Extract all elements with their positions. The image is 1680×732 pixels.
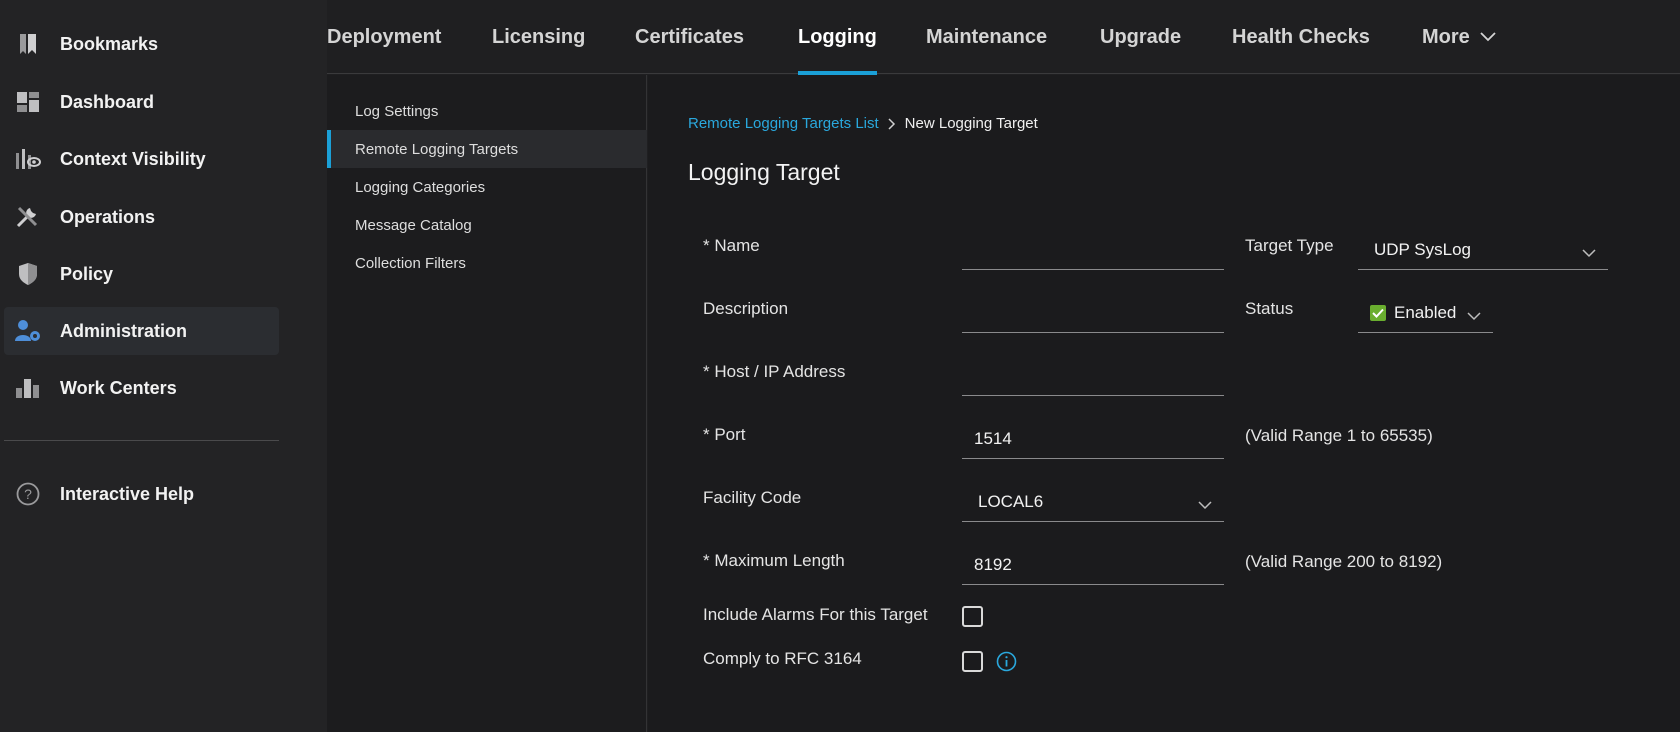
host-label: * Host / IP Address [703, 362, 846, 381]
submenu-label: Message Catalog [355, 216, 472, 234]
checkmark-icon [1370, 304, 1386, 321]
port-range-hint: (Valid Range 1 to 65535) [1245, 426, 1433, 445]
nav-item-interactive-help[interactable]: ? Interactive Help [4, 470, 279, 518]
nav-label: Interactive Help [60, 483, 195, 504]
dashboard-icon [14, 90, 42, 114]
nav-item-policy[interactable]: Policy [4, 250, 279, 298]
tools-icon [14, 205, 42, 229]
main-content: Remote Logging Targets List New Logging … [648, 75, 1680, 732]
chevron-right-icon [888, 117, 896, 130]
submenu-label: Remote Logging Targets [355, 140, 519, 158]
nav-item-work-centers[interactable]: Work Centers [4, 364, 279, 412]
tab-licensing[interactable]: Licensing [492, 0, 585, 74]
tab-label: Licensing [492, 25, 586, 48]
facility-code-label: Facility Code [703, 488, 802, 507]
target-type-select[interactable]: UDP SysLog [1358, 230, 1608, 270]
nav-label: Administration [60, 320, 188, 341]
max-length-range-hint: (Valid Range 200 to 8192) [1245, 552, 1443, 571]
submenu-label: Logging Categories [355, 178, 486, 196]
page-title: Logging Target [688, 159, 840, 185]
chevron-down-icon [1198, 495, 1212, 515]
chevron-down-icon [1480, 32, 1496, 42]
admin-user-gear-icon [14, 319, 42, 343]
nav-label: Context Visibility [60, 148, 206, 169]
submenu-label: Collection Filters [355, 254, 466, 272]
nav-label: Work Centers [60, 377, 177, 398]
status-value: Enabled [1394, 302, 1457, 322]
tab-label: Certificates [635, 25, 744, 48]
name-input[interactable] [962, 230, 1224, 270]
facility-code-select[interactable]: LOCAL6 [962, 482, 1224, 522]
nav-item-administration[interactable]: Administration [4, 307, 279, 355]
name-label: * Name [703, 236, 760, 255]
status-label: Status [1245, 299, 1294, 318]
target-type-label: Target Type [1245, 236, 1334, 255]
nav-item-dashboard[interactable]: Dashboard [4, 78, 279, 126]
status-select[interactable]: Enabled [1358, 293, 1493, 333]
breadcrumb-current: New Logging Target [904, 115, 1038, 132]
nav-item-context-visibility[interactable]: Context Visibility [4, 135, 279, 183]
logging-submenu: Log Settings Remote Logging Targets Logg… [327, 75, 647, 732]
submenu-log-settings[interactable]: Log Settings [327, 92, 647, 130]
tab-label: Deployment [327, 25, 442, 48]
tab-upgrade[interactable]: Upgrade [1100, 0, 1181, 74]
nav-item-operations[interactable]: Operations [4, 193, 279, 241]
tab-deployment[interactable]: Deployment [327, 0, 441, 74]
left-navigation: Bookmarks Dashboard Context Visibility O… [0, 0, 327, 732]
work-centers-icon [14, 376, 42, 400]
tab-label: More [1422, 25, 1470, 48]
top-tabs: Deployment Licensing Certificates Loggin… [327, 0, 1680, 75]
help-circle-icon: ? [14, 482, 42, 506]
tab-maintenance[interactable]: Maintenance [926, 0, 1047, 74]
bookmark-icon [14, 32, 42, 56]
shield-icon [14, 262, 42, 286]
chevron-down-icon [1582, 243, 1596, 263]
max-length-label: * Maximum Length [703, 551, 845, 570]
tab-health-checks[interactable]: Health Checks [1232, 0, 1370, 74]
tab-label: Upgrade [1100, 25, 1182, 48]
nav-label: Operations [60, 206, 156, 227]
comply-rfc-checkbox[interactable] [962, 651, 983, 672]
breadcrumb-link[interactable]: Remote Logging Targets List [688, 115, 879, 132]
info-circle-icon[interactable] [996, 651, 1017, 677]
max-length-input[interactable] [962, 545, 1224, 585]
tab-certificates[interactable]: Certificates [635, 0, 744, 74]
facility-code-value: LOCAL6 [978, 491, 1044, 511]
nav-item-bookmarks[interactable]: Bookmarks [4, 20, 279, 68]
include-alarms-label: Include Alarms For this Target [703, 605, 928, 624]
tab-label: Logging [798, 25, 877, 48]
nav-divider [4, 440, 279, 441]
target-type-value: UDP SysLog [1374, 239, 1472, 259]
submenu-logging-categories[interactable]: Logging Categories [327, 168, 647, 206]
description-label: Description [703, 299, 789, 318]
submenu-label: Log Settings [355, 102, 439, 120]
port-label: * Port [703, 425, 746, 444]
include-alarms-checkbox[interactable] [962, 606, 983, 627]
comply-rfc-label: Comply to RFC 3164 [703, 649, 862, 668]
context-visibility-icon [14, 147, 42, 171]
tab-label: Health Checks [1232, 25, 1370, 48]
svg-text:?: ? [24, 486, 32, 502]
description-input[interactable] [962, 293, 1224, 333]
submenu-collection-filters[interactable]: Collection Filters [327, 244, 647, 282]
tab-logging[interactable]: Logging [798, 0, 877, 75]
tab-more[interactable]: More [1422, 0, 1496, 74]
nav-label: Dashboard [60, 91, 155, 112]
nav-label: Bookmarks [60, 33, 159, 54]
tab-label: Maintenance [926, 25, 1048, 48]
submenu-remote-logging-targets[interactable]: Remote Logging Targets [327, 130, 647, 168]
nav-label: Policy [60, 263, 114, 284]
submenu-message-catalog[interactable]: Message Catalog [327, 206, 647, 244]
chevron-down-icon [1467, 306, 1481, 326]
host-ip-input[interactable] [962, 356, 1224, 396]
port-input[interactable] [962, 419, 1224, 459]
breadcrumb: Remote Logging Targets List New Logging … [688, 115, 1038, 132]
